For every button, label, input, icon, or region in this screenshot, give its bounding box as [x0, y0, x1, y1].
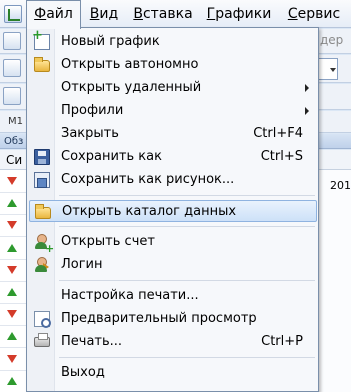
up-arrow-icon [7, 199, 17, 208]
menu-item-label: Логин [61, 257, 103, 272]
add-account-icon: + [34, 234, 54, 255]
up-arrow-icon [7, 288, 17, 296]
table-row[interactable] [0, 349, 28, 371]
menu-charts-label: рафики [215, 6, 272, 22]
table-row[interactable] [0, 193, 28, 216]
menu-item-label: Предварительный просмотр [61, 311, 257, 326]
app-icon[interactable] [4, 5, 22, 23]
save-image-icon [34, 172, 50, 188]
menu-item-shortcut: Ctrl+P [261, 334, 303, 349]
submenu-arrow-icon [305, 84, 309, 92]
down-arrow-icon [7, 354, 17, 363]
open-folder-icon [35, 204, 51, 219]
menu-file-label: айл [46, 6, 73, 22]
printer-icon [34, 333, 50, 347]
submenu-arrow-icon [305, 107, 309, 115]
menu-bar: Файл Вид Вставка Графики Сервис [0, 0, 351, 29]
down-arrow-icon [7, 265, 17, 274]
menu-file-hotkey: Ф [34, 6, 47, 22]
up-arrow-icon [7, 376, 17, 385]
up-arrow-icon [7, 332, 17, 341]
toolbar-dropdown[interactable] [318, 58, 338, 80]
chart-type-toolbar-button[interactable] [3, 59, 21, 77]
file-menu-item-2[interactable]: Открыть удаленный [29, 77, 317, 99]
floppy-save-icon [34, 149, 50, 165]
new-chart-icon [32, 28, 50, 50]
table-row[interactable] [0, 171, 28, 193]
table-row[interactable] [0, 371, 28, 392]
symbol-column-header[interactable]: Си [6, 153, 22, 167]
menu-tools-label: ервис [297, 6, 341, 22]
menu-separator [59, 357, 315, 358]
table-row[interactable] [0, 304, 28, 327]
timeframe-m1-button[interactable]: M1 [8, 116, 23, 127]
menu-charts[interactable]: Графики [200, 0, 278, 28]
table-row[interactable] [0, 260, 28, 282]
menu-view[interactable]: Вид [82, 0, 126, 28]
menu-item-label: Печать... [61, 334, 123, 349]
menu-separator [59, 195, 315, 196]
menu-view-hotkey: В [89, 6, 100, 22]
menu-file[interactable]: Файл [26, 0, 81, 29]
menu-item-shortcut: Ctrl+F4 [253, 126, 303, 141]
up-arrow-icon [7, 243, 17, 252]
file-menu-item-5[interactable]: Сохранить как Ctrl+S [29, 146, 317, 168]
menu-item-label: Открыть счет [61, 234, 155, 249]
menu-insert[interactable]: Вставка [127, 0, 199, 28]
file-menu-item-14[interactable]: Предварительный просмотр [29, 308, 317, 330]
file-menu-item-17[interactable]: Выход [29, 362, 317, 384]
new-chart-toolbar-button[interactable] [3, 32, 21, 50]
menu-separator [59, 226, 315, 227]
cursor-toolbar-button[interactable] [3, 87, 21, 105]
menu-separator [59, 280, 315, 281]
menu-view-label: ид [99, 6, 119, 22]
file-menu-item-11[interactable]: Логин [29, 254, 317, 276]
new-order-label-fragment[interactable]: дер [320, 33, 343, 47]
table-row[interactable] [0, 282, 28, 304]
table-row[interactable] [0, 238, 28, 260]
menu-item-shortcut: Ctrl+S [260, 149, 303, 164]
table-row[interactable] [0, 326, 28, 349]
file-menu-item-1[interactable]: Открыть автономно [29, 54, 317, 76]
date-cell-fragment: 2014 [330, 179, 351, 192]
file-menu-item-8[interactable]: Открыть каталог данных [29, 200, 317, 222]
menu-item-label: Открыть удаленный [61, 80, 202, 95]
menu-tools-hotkey: С [287, 6, 298, 22]
file-menu-item-15[interactable]: Печать... Ctrl+P [29, 331, 317, 353]
menu-item-label: Сохранить как [61, 149, 162, 164]
down-arrow-icon [7, 177, 17, 185]
menu-tools[interactable]: Сервис [279, 0, 349, 28]
menu-item-label: Открыть автономно [61, 57, 199, 72]
menu-charts-hotkey: Г [206, 6, 216, 22]
menu-item-label: Закрыть [61, 126, 119, 141]
table-row[interactable] [0, 215, 28, 238]
login-icon [34, 257, 50, 273]
chart-area-stub [318, 170, 351, 392]
file-menu-dropdown: Новый график Открыть автономно Открыть уда… [26, 27, 319, 392]
file-menu-item-13[interactable]: Настройка печати... [29, 285, 317, 307]
file-menu-item-0[interactable]: Новый график [29, 28, 317, 53]
menu-insert-label: ставка [142, 6, 193, 22]
file-menu-item-3[interactable]: Профили [29, 100, 317, 122]
menu-item-label: Профили [61, 103, 124, 118]
file-menu-item-10[interactable]: + Открыть счет [29, 231, 317, 255]
menu-item-label: Настройка печати... [61, 288, 199, 303]
open-folder-icon [34, 57, 50, 72]
down-arrow-icon [7, 310, 17, 319]
down-arrow-icon [7, 221, 17, 230]
menu-insert-hotkey: В [133, 6, 143, 22]
print-preview-icon [34, 311, 51, 328]
menu-item-label: Открыть каталог данных [62, 204, 237, 219]
menu-item-label: Сохранить как рисунок... [61, 172, 235, 187]
menu-item-label: Новый график [61, 34, 160, 49]
file-menu-item-6[interactable]: Сохранить как рисунок... [29, 169, 317, 191]
menu-item-label: Выход [61, 365, 105, 380]
file-menu-item-4[interactable]: Закрыть Ctrl+F4 [29, 123, 317, 145]
